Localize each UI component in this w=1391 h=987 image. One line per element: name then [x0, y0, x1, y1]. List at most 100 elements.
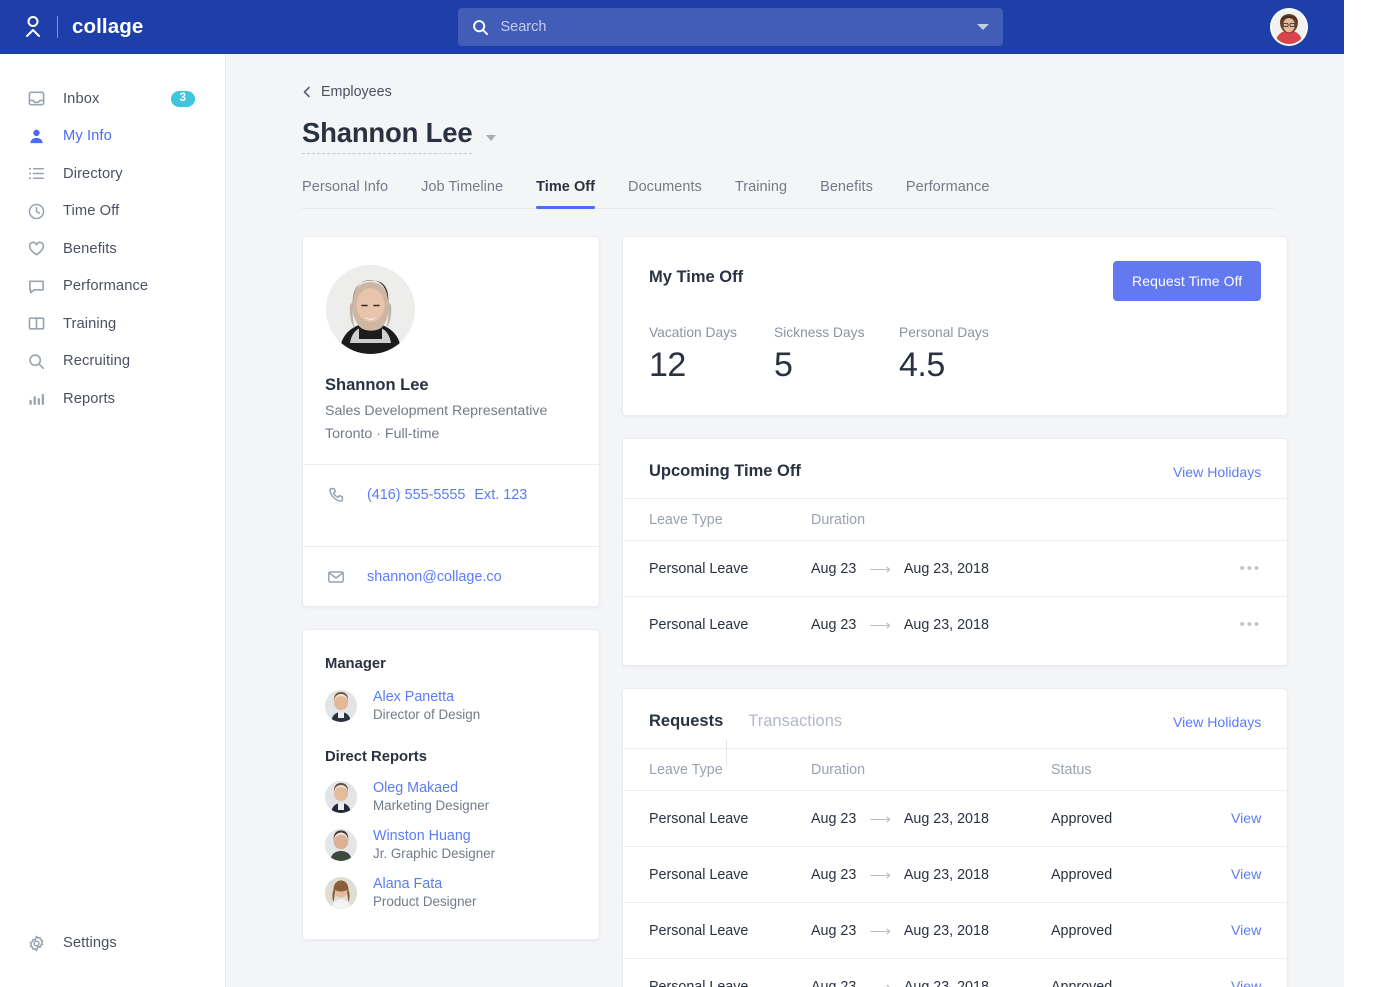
list-item[interactable]: Alana Fata Product Designer	[325, 876, 577, 909]
sidebar-item-label: Inbox	[63, 91, 99, 107]
sidebar-item-directory[interactable]: Directory	[0, 155, 225, 193]
sidebar-item-reports[interactable]: Reports	[0, 380, 225, 418]
person-info: Oleg Makaed Marketing Designer	[373, 780, 489, 813]
status-badge: Approved	[1051, 811, 1231, 827]
chat-icon	[27, 277, 46, 296]
sidebar-item-performance[interactable]: Performance	[0, 268, 225, 306]
tab-requests[interactable]: Requests	[649, 712, 723, 731]
stat-label: Personal Days	[899, 325, 1024, 340]
top-bar: collage	[0, 0, 1344, 54]
sidebar-item-recruiting[interactable]: Recruiting	[0, 343, 225, 381]
person-info: Alex Panetta Director of Design	[373, 689, 480, 722]
person-name[interactable]: Winston Huang	[373, 828, 495, 844]
person-role: Marketing Designer	[373, 798, 489, 813]
employee-photo	[326, 265, 415, 354]
sidebar-item-time-off[interactable]: Time Off	[0, 193, 225, 231]
view-holidays-link[interactable]: View Holidays	[1173, 714, 1261, 730]
table-row[interactable]: Personal Leave Aug 23 ⟶ Aug 23, 2018 App…	[623, 790, 1287, 846]
manager-person[interactable]: Alex Panetta Director of Design	[325, 689, 577, 722]
tab-time-off[interactable]: Time Off	[536, 179, 595, 208]
table-row[interactable]: Personal Leave Aug 23 ⟶ Aug 23, 2018 •••	[623, 540, 1287, 596]
sidebar-item-benefits[interactable]: Benefits	[0, 230, 225, 268]
person-role: Product Designer	[373, 894, 476, 909]
requests-header: Requests Transactions View Holidays	[623, 689, 1287, 748]
search-input[interactable]	[501, 19, 969, 35]
tab-transactions[interactable]: Transactions	[748, 712, 842, 731]
email-row: shannon@collage.co	[325, 547, 577, 606]
status-badge: Approved	[1051, 867, 1231, 883]
more-horizontal-icon[interactable]: •••	[1240, 560, 1262, 577]
table-row[interactable]: Personal Leave Aug 23 ⟶ Aug 23, 2018 App…	[623, 958, 1287, 987]
employee-photo-image	[326, 265, 415, 354]
manager-card: Manager Alex Panetta	[302, 629, 600, 940]
row-actions: View	[1231, 978, 1261, 987]
phone-icon	[327, 486, 345, 504]
avatar[interactable]	[1270, 8, 1308, 46]
person-name[interactable]: Alana Fata	[373, 876, 476, 892]
more-horizontal-icon[interactable]: •••	[1240, 616, 1262, 633]
email-link[interactable]: shannon@collage.co	[367, 569, 502, 585]
sidebar-item-label: Recruiting	[63, 353, 130, 369]
tab-benefits[interactable]: Benefits	[820, 179, 873, 208]
duration-to: Aug 23, 2018	[904, 617, 989, 633]
search-box[interactable]	[458, 8, 1003, 46]
heart-icon	[27, 239, 46, 258]
sidebar-item-label: Settings	[63, 935, 117, 951]
search-area	[226, 8, 1234, 46]
inbox-icon	[27, 89, 46, 108]
table-row[interactable]: Personal Leave Aug 23 ⟶ Aug 23, 2018 App…	[623, 902, 1287, 958]
breadcrumb-label: Employees	[321, 84, 392, 100]
breadcrumb[interactable]: Employees	[302, 84, 1274, 100]
content-columns: Shannon Lee Sales Development Representa…	[302, 236, 1274, 987]
list-item[interactable]: Oleg Makaed Marketing Designer	[325, 780, 577, 813]
view-holidays-link[interactable]: View Holidays	[1173, 464, 1261, 480]
manager-avatar-image	[325, 690, 357, 722]
list-item[interactable]: Winston Huang Jr. Graphic Designer	[325, 828, 577, 861]
tab-training[interactable]: Training	[735, 179, 787, 208]
person-name[interactable]: Alex Panetta	[373, 689, 480, 705]
sidebar: Inbox 3 My Info Directory	[0, 54, 226, 987]
column-header-duration: Duration	[811, 512, 1051, 528]
view-link[interactable]: View	[1231, 922, 1261, 938]
sidebar-item-inbox[interactable]: Inbox 3	[0, 80, 225, 118]
inbox-badge: 3	[171, 91, 195, 108]
tab-documents[interactable]: Documents	[628, 179, 702, 208]
table-header: Leave Type Duration Status	[623, 748, 1287, 790]
table-row[interactable]: Personal Leave Aug 23 ⟶ Aug 23, 2018 App…	[623, 846, 1287, 902]
sidebar-item-my-info[interactable]: My Info	[0, 118, 225, 156]
avatar	[325, 781, 357, 813]
tab-job-timeline[interactable]: Job Timeline	[421, 179, 503, 208]
employee-meta: Toronto · Full-time	[325, 426, 577, 442]
table-row[interactable]: Personal Leave Aug 23 ⟶ Aug 23, 2018 •••	[623, 596, 1287, 652]
sidebar-item-settings[interactable]: Settings	[0, 925, 225, 963]
arrow-right-icon: ⟶	[869, 810, 891, 828]
arrow-right-icon: ⟶	[869, 866, 891, 884]
card-title: Upcoming Time Off	[649, 462, 801, 481]
person-name[interactable]: Oleg Makaed	[373, 780, 489, 796]
user-avatar	[1272, 10, 1306, 44]
cell-duration: Aug 23 ⟶ Aug 23, 2018	[811, 866, 1051, 884]
report-avatar-image	[325, 781, 357, 813]
view-link[interactable]: View	[1231, 978, 1261, 987]
requests-tabs: Requests Transactions	[649, 712, 842, 731]
duration-to: Aug 23, 2018	[904, 811, 989, 827]
arrow-right-icon: ⟶	[869, 978, 891, 987]
upcoming-time-off-card: Upcoming Time Off View Holidays Leave Ty…	[622, 438, 1288, 666]
phone-link[interactable]: (416) 555-5555	[367, 487, 465, 503]
person-info: Winston Huang Jr. Graphic Designer	[373, 828, 495, 861]
sidebar-item-label: Performance	[63, 278, 148, 294]
chevron-down-icon[interactable]	[486, 135, 496, 141]
tab-performance[interactable]: Performance	[906, 179, 990, 208]
my-time-off-card: My Time Off Request Time Off Vacation Da…	[622, 236, 1288, 416]
duration-from: Aug 23	[811, 561, 856, 577]
chevron-down-icon[interactable]	[977, 24, 989, 30]
arrow-right-icon: ⟶	[869, 616, 891, 634]
request-time-off-button[interactable]: Request Time Off	[1113, 261, 1261, 301]
manager-heading: Manager	[325, 656, 577, 672]
view-link[interactable]: View	[1231, 866, 1261, 882]
tab-personal-info[interactable]: Personal Info	[302, 179, 388, 208]
view-link[interactable]: View	[1231, 810, 1261, 826]
clock-icon	[27, 202, 46, 221]
brand-logo[interactable]: collage	[0, 15, 226, 39]
sidebar-item-training[interactable]: Training	[0, 305, 225, 343]
